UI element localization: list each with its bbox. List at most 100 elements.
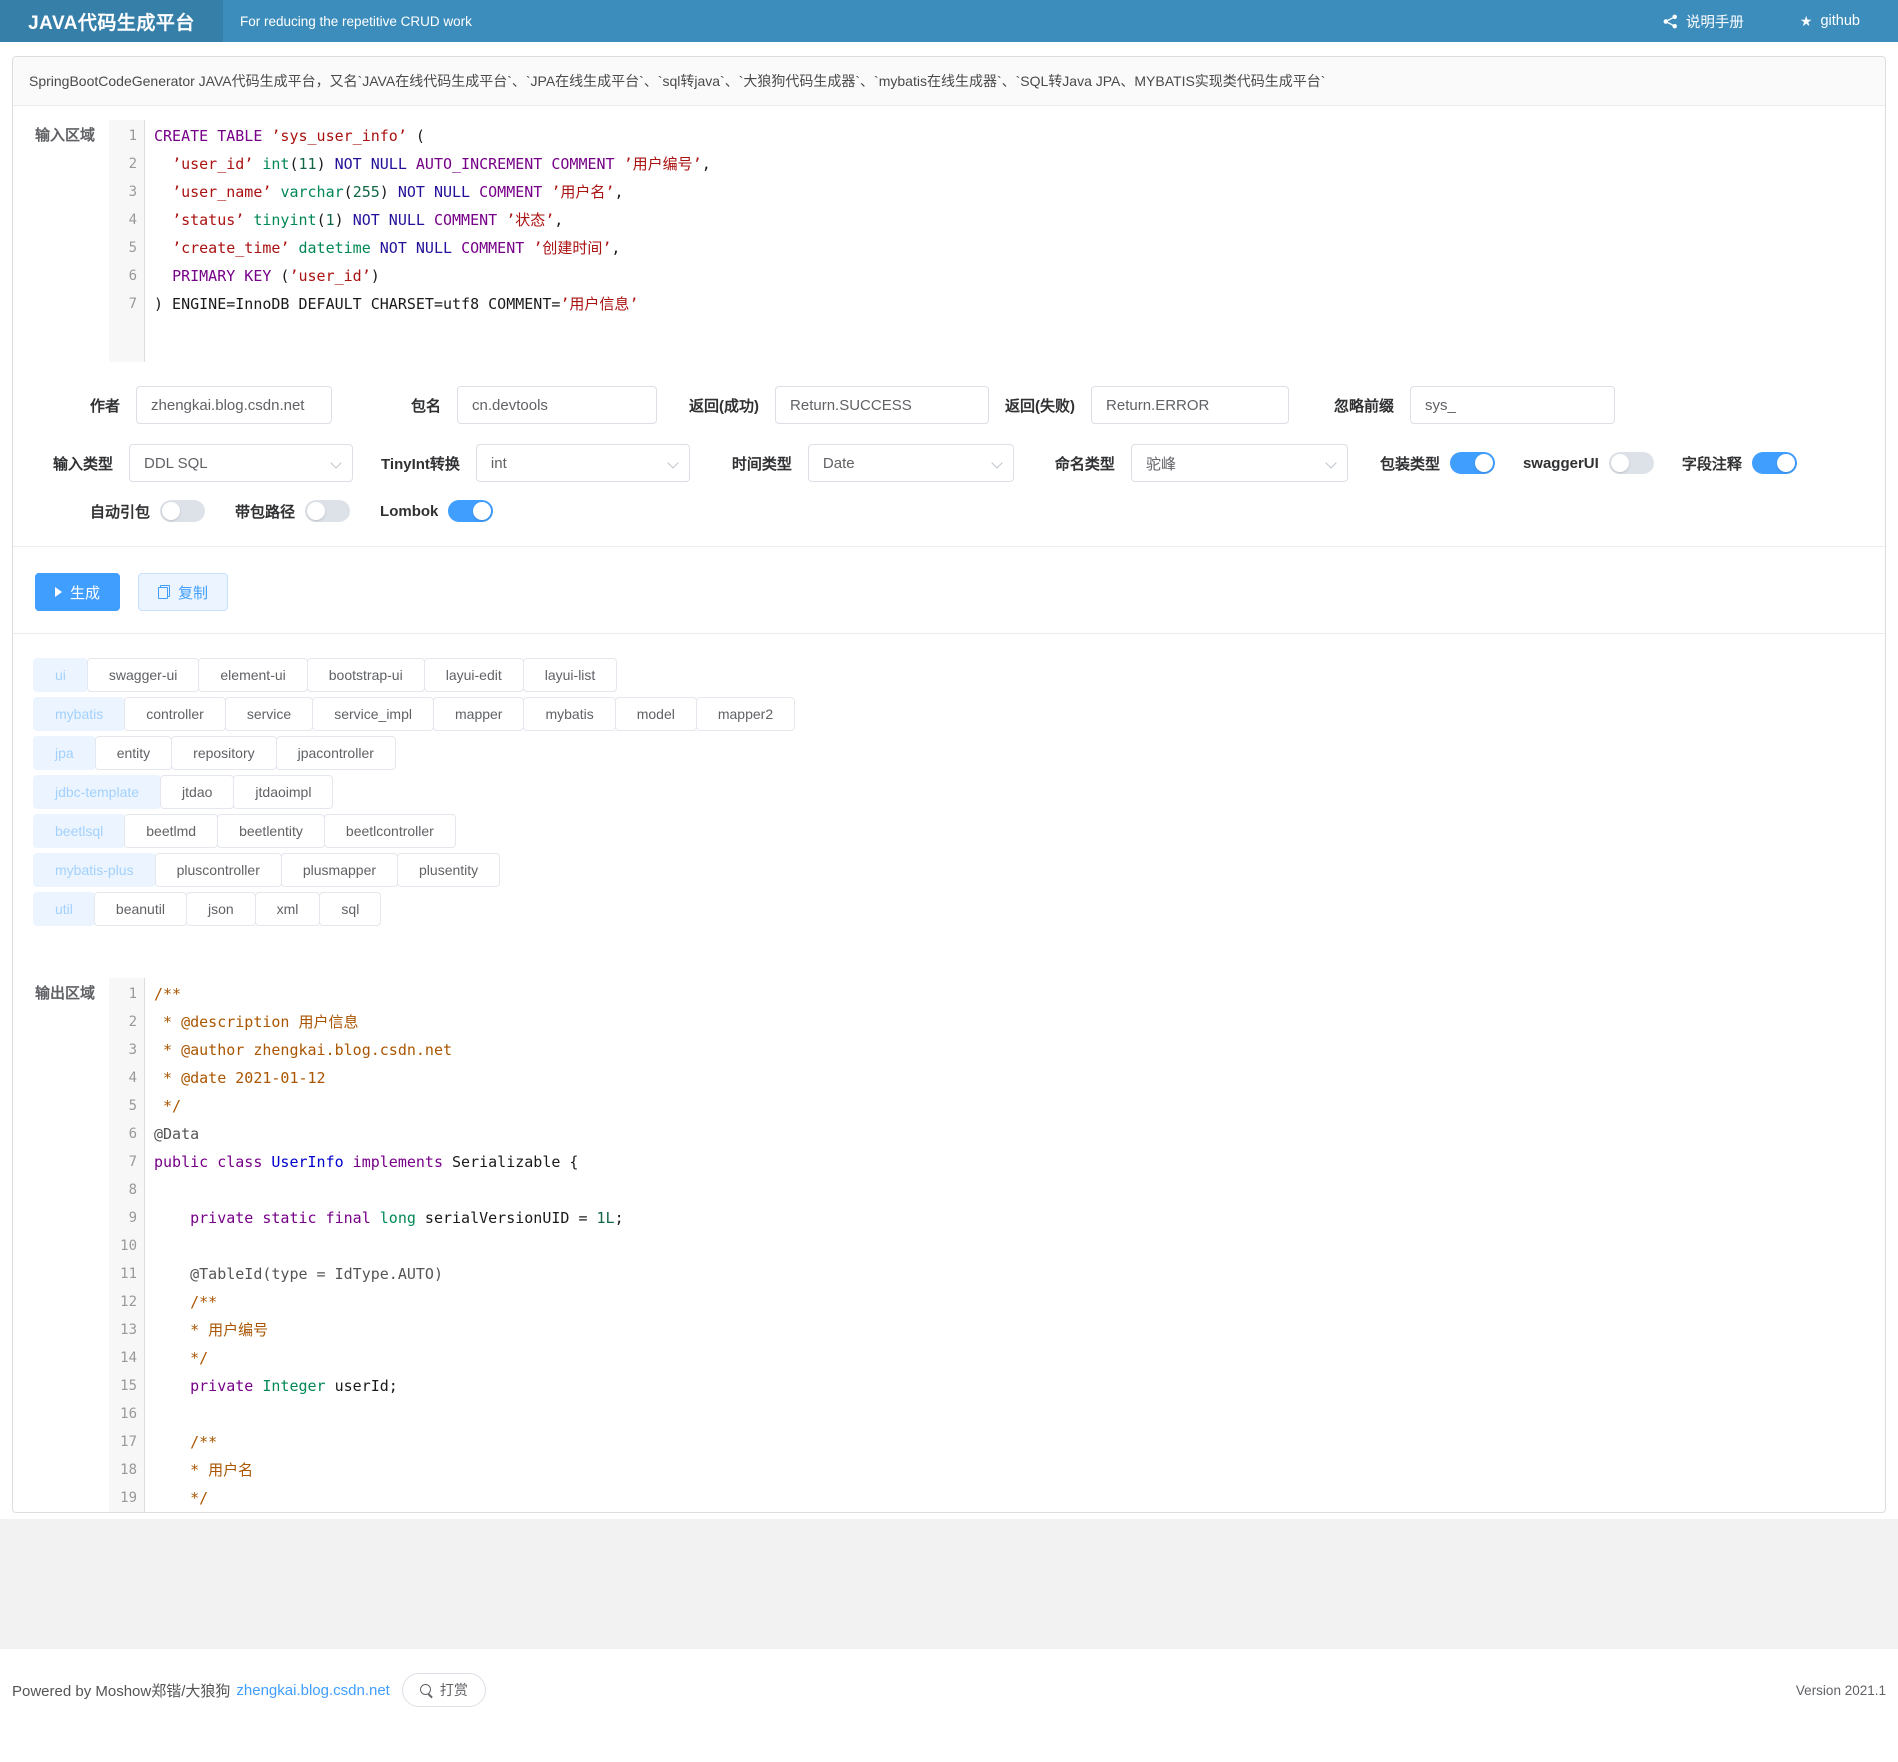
- code-line: * @description 用户信息: [154, 1008, 1885, 1036]
- powered-by: Powered by Moshow郑锴/大狼狗 zhengkai.blog.cs…: [12, 1673, 486, 1707]
- copy-icon: [158, 585, 170, 599]
- tab-element-ui[interactable]: element-ui: [198, 658, 307, 692]
- line-number: 1: [118, 122, 137, 150]
- tab-swagger-ui[interactable]: swagger-ui: [87, 658, 199, 692]
- field-wrapper-type: 包装类型: [1380, 452, 1495, 474]
- tab-xml[interactable]: xml: [255, 892, 321, 926]
- tab-entity[interactable]: entity: [95, 736, 172, 770]
- tinyint-convert-value[interactable]: [476, 444, 690, 482]
- copy-button[interactable]: 复制: [138, 573, 228, 611]
- time-type-select[interactable]: [808, 444, 1014, 482]
- tab-jtdaoimpl[interactable]: jtdaoimpl: [233, 775, 333, 809]
- tab-row-util: utilbeanutiljsonxmlsql: [33, 892, 1885, 926]
- code-line: @TableId(type = IdType.AUTO): [154, 1260, 1885, 1288]
- tab-bootstrap-ui[interactable]: bootstrap-ui: [307, 658, 425, 692]
- field-comment-label: 字段注释: [1682, 453, 1742, 474]
- line-number: 15: [118, 1372, 137, 1400]
- line-number: 5: [118, 1092, 137, 1120]
- tab-service_impl[interactable]: service_impl: [312, 697, 434, 731]
- code-line: ) ENGINE=InnoDB DEFAULT CHARSET=utf8 COM…: [154, 290, 1885, 318]
- tab-controller[interactable]: controller: [124, 697, 226, 731]
- line-number: 19: [118, 1484, 137, 1512]
- blog-link[interactable]: zhengkai.blog.csdn.net: [236, 1682, 389, 1699]
- auto-import-switch[interactable]: [160, 500, 205, 522]
- tab-plusmapper[interactable]: plusmapper: [281, 853, 398, 887]
- field-comment-switch[interactable]: [1752, 452, 1797, 474]
- tab-pluscontroller[interactable]: pluscontroller: [155, 853, 282, 887]
- lombok-switch[interactable]: [448, 500, 493, 522]
- return-error-input[interactable]: [1091, 386, 1289, 424]
- tab-beetlentity[interactable]: beetlentity: [217, 814, 325, 848]
- code-line: ’user_id’ int(11) NOT NULL AUTO_INCREMEN…: [154, 150, 1885, 178]
- generate-button[interactable]: 生成: [35, 573, 120, 611]
- tab-mybatis-plus[interactable]: mybatis-plus: [33, 853, 156, 887]
- tab-mapper[interactable]: mapper: [433, 697, 524, 731]
- tab-row-beetlsql: beetlsqlbeetlmdbeetlentitybeetlcontrolle…: [33, 814, 1885, 848]
- tinyint-convert-select[interactable]: [476, 444, 690, 482]
- input-type-label: 输入类型: [53, 453, 113, 474]
- tab-mapper2[interactable]: mapper2: [696, 697, 795, 731]
- naming-type-select[interactable]: [1131, 444, 1348, 482]
- tab-beetlcontroller[interactable]: beetlcontroller: [324, 814, 456, 848]
- line-number: 13: [118, 1316, 137, 1344]
- tab-beanutil[interactable]: beanutil: [94, 892, 187, 926]
- tab-jdbc-template[interactable]: jdbc-template: [33, 775, 161, 809]
- field-tinyint-convert: TinyInt转换: [381, 444, 690, 482]
- author-input[interactable]: [136, 386, 332, 424]
- tab-layui-edit[interactable]: layui-edit: [424, 658, 524, 692]
- manual-link[interactable]: 说明手册: [1663, 11, 1744, 32]
- field-author: 作者: [90, 386, 332, 424]
- description: SpringBootCodeGenerator JAVA代码生成平台，又名`JA…: [13, 57, 1885, 106]
- field-input-type: 输入类型: [53, 444, 353, 482]
- tab-jtdao[interactable]: jtdao: [160, 775, 234, 809]
- ignore-prefix-input[interactable]: [1410, 386, 1615, 424]
- time-type-value[interactable]: [808, 444, 1014, 482]
- naming-type-value[interactable]: [1131, 444, 1348, 482]
- tab-jpa[interactable]: jpa: [33, 736, 96, 770]
- donate-button[interactable]: 打赏: [402, 1673, 486, 1707]
- github-link[interactable]: ★ github: [1800, 13, 1860, 30]
- action-buttons: 生成 复制: [13, 573, 1885, 611]
- tab-ui[interactable]: ui: [33, 658, 88, 692]
- line-number: 4: [118, 1064, 137, 1092]
- app-subtitle: For reducing the repetitive CRUD work: [240, 0, 472, 42]
- auto-import-label: 自动引包: [90, 501, 150, 522]
- wrapper-type-switch[interactable]: [1450, 452, 1495, 474]
- tab-mybatis[interactable]: mybatis: [523, 697, 615, 731]
- tab-plusentity[interactable]: plusentity: [397, 853, 500, 887]
- field-swagger-ui: swaggerUI: [1523, 452, 1654, 474]
- tab-sql[interactable]: sql: [319, 892, 381, 926]
- tab-beetlmd[interactable]: beetlmd: [124, 814, 218, 848]
- app-title[interactable]: JAVA代码生成平台: [0, 0, 223, 42]
- return-success-label: 返回(成功): [689, 395, 759, 416]
- package-input[interactable]: [457, 386, 657, 424]
- with-package-path-switch[interactable]: [305, 500, 350, 522]
- input-section: 输入区域 1234567 CREATE TABLE ’sys_user_info…: [13, 120, 1885, 362]
- swagger-ui-label: swaggerUI: [1523, 455, 1599, 472]
- swagger-ui-switch[interactable]: [1609, 452, 1654, 474]
- copy-label: 复制: [178, 582, 208, 603]
- code-line: * 用户名: [154, 1456, 1885, 1484]
- tab-jpacontroller[interactable]: jpacontroller: [276, 736, 396, 770]
- code-line: [154, 1232, 1885, 1260]
- return-success-input[interactable]: [775, 386, 989, 424]
- input-type-value[interactable]: [129, 444, 353, 482]
- line-number: 1: [118, 980, 137, 1008]
- divider: [13, 546, 1885, 547]
- input-type-select[interactable]: [129, 444, 353, 482]
- tab-beetlsql[interactable]: beetlsql: [33, 814, 125, 848]
- tab-mybatis[interactable]: mybatis: [33, 697, 125, 731]
- tab-json[interactable]: json: [186, 892, 256, 926]
- tab-util[interactable]: util: [33, 892, 95, 926]
- output-area-label: 输出区域: [13, 978, 109, 1512]
- tab-service[interactable]: service: [225, 697, 313, 731]
- line-number: 6: [118, 1120, 137, 1148]
- field-naming-type: 命名类型: [1055, 444, 1348, 482]
- java-output-editor[interactable]: 12345678910111213141516171819 /** * @des…: [109, 978, 1885, 1512]
- github-label: github: [1820, 13, 1860, 29]
- tab-layui-list[interactable]: layui-list: [523, 658, 618, 692]
- sql-input-editor[interactable]: 1234567 CREATE TABLE ’sys_user_info’ ( ’…: [109, 120, 1885, 362]
- tab-model[interactable]: model: [615, 697, 697, 731]
- tab-repository[interactable]: repository: [171, 736, 276, 770]
- code-line: CREATE TABLE ’sys_user_info’ (: [154, 122, 1885, 150]
